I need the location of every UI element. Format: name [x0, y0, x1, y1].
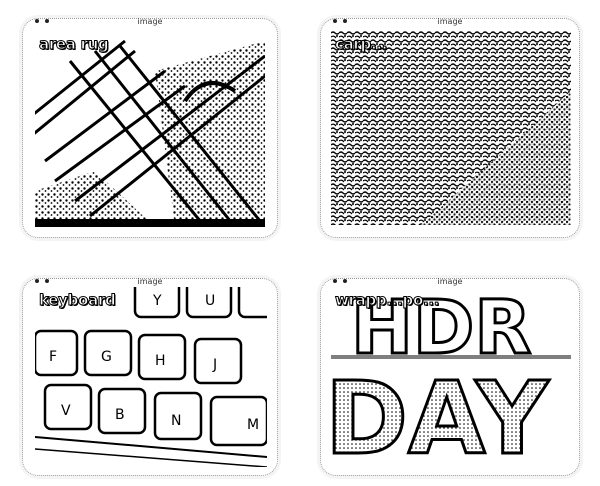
key-label: Y — [152, 293, 162, 309]
card-title: image — [137, 277, 163, 286]
dot-icon — [35, 19, 39, 23]
key-label: V — [61, 403, 71, 419]
key-label: J — [212, 357, 217, 373]
key-label: B — [115, 407, 125, 423]
dot-icon — [35, 279, 39, 283]
carpet-image — [331, 31, 571, 225]
card-label: carp... — [334, 35, 388, 54]
card-title: image — [137, 17, 163, 26]
card-label: wrapp...po... — [334, 291, 440, 310]
area-rug-picture — [35, 31, 265, 227]
dot-icon — [343, 19, 347, 23]
key-label: U — [205, 293, 215, 309]
keyboard-image: Y U F G H J V B N M — [35, 287, 267, 467]
dot-icon — [343, 279, 347, 283]
carpet-texture — [331, 31, 571, 225]
dot-icon — [45, 279, 49, 283]
card-label: keyboard — [38, 291, 116, 310]
image-card-wrapping-paper[interactable]: image HDR DAY wrapp...po... — [320, 277, 580, 476]
key-label: N — [171, 413, 181, 429]
wrapping-paper-image: HDR DAY — [331, 287, 571, 467]
card-title: image — [437, 17, 463, 26]
key-label: M — [247, 417, 259, 433]
keyboard-picture: Y U F G H J V B N M — [35, 287, 267, 467]
wrapping-paper-picture: HDR DAY — [331, 287, 571, 467]
card-title: image — [437, 277, 463, 286]
image-card-area-rug[interactable]: image area rug — [22, 17, 278, 238]
dot-icon — [45, 19, 49, 23]
poster-text-bottom: DAY — [331, 360, 550, 467]
dot-icon — [333, 19, 337, 23]
key-label: G — [101, 349, 112, 365]
area-rug-image — [35, 31, 265, 227]
card-label: area rug — [38, 35, 109, 54]
image-card-carpet[interactable]: image carp... — [320, 17, 580, 238]
dot-icon — [333, 279, 337, 283]
key-label: F — [49, 349, 57, 365]
image-card-keyboard[interactable]: image Y U F G H J V B N M keyboard — [22, 277, 278, 476]
key-label: H — [155, 353, 166, 369]
